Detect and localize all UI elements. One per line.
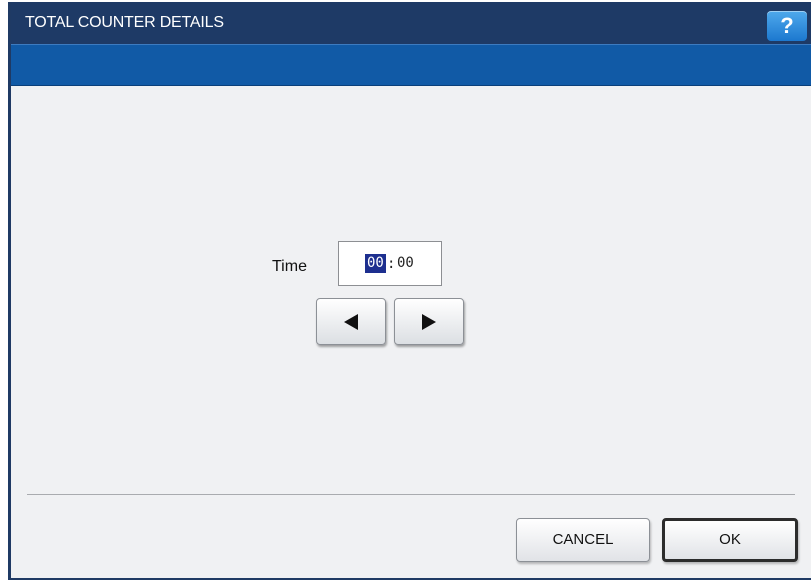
content-area: Time 00 : 00 CANCEL OK <box>11 86 811 578</box>
ok-button[interactable]: OK <box>662 518 798 562</box>
cursor-left-button[interactable] <box>316 298 386 345</box>
triangle-left-icon <box>344 314 358 330</box>
time-hours-field[interactable]: 00 <box>365 254 386 273</box>
help-button[interactable]: ? <box>767 11 807 41</box>
footer-divider <box>27 494 795 495</box>
time-separator: : <box>387 256 396 272</box>
time-input[interactable]: 00 : 00 <box>338 241 442 286</box>
cancel-button[interactable]: CANCEL <box>516 518 650 562</box>
help-icon: ? <box>780 13 794 38</box>
time-minutes-field[interactable]: 00 <box>397 255 414 272</box>
time-label: Time <box>272 258 307 275</box>
counter-details-window: TOTAL COUNTER DETAILS ? Time 00 : 00 CAN… <box>8 2 811 580</box>
cursor-right-button[interactable] <box>394 298 464 345</box>
header-bar <box>11 44 811 86</box>
title-bar: TOTAL COUNTER DETAILS ? <box>11 2 811 44</box>
window-title: TOTAL COUNTER DETAILS <box>25 14 224 31</box>
triangle-right-icon <box>422 314 436 330</box>
